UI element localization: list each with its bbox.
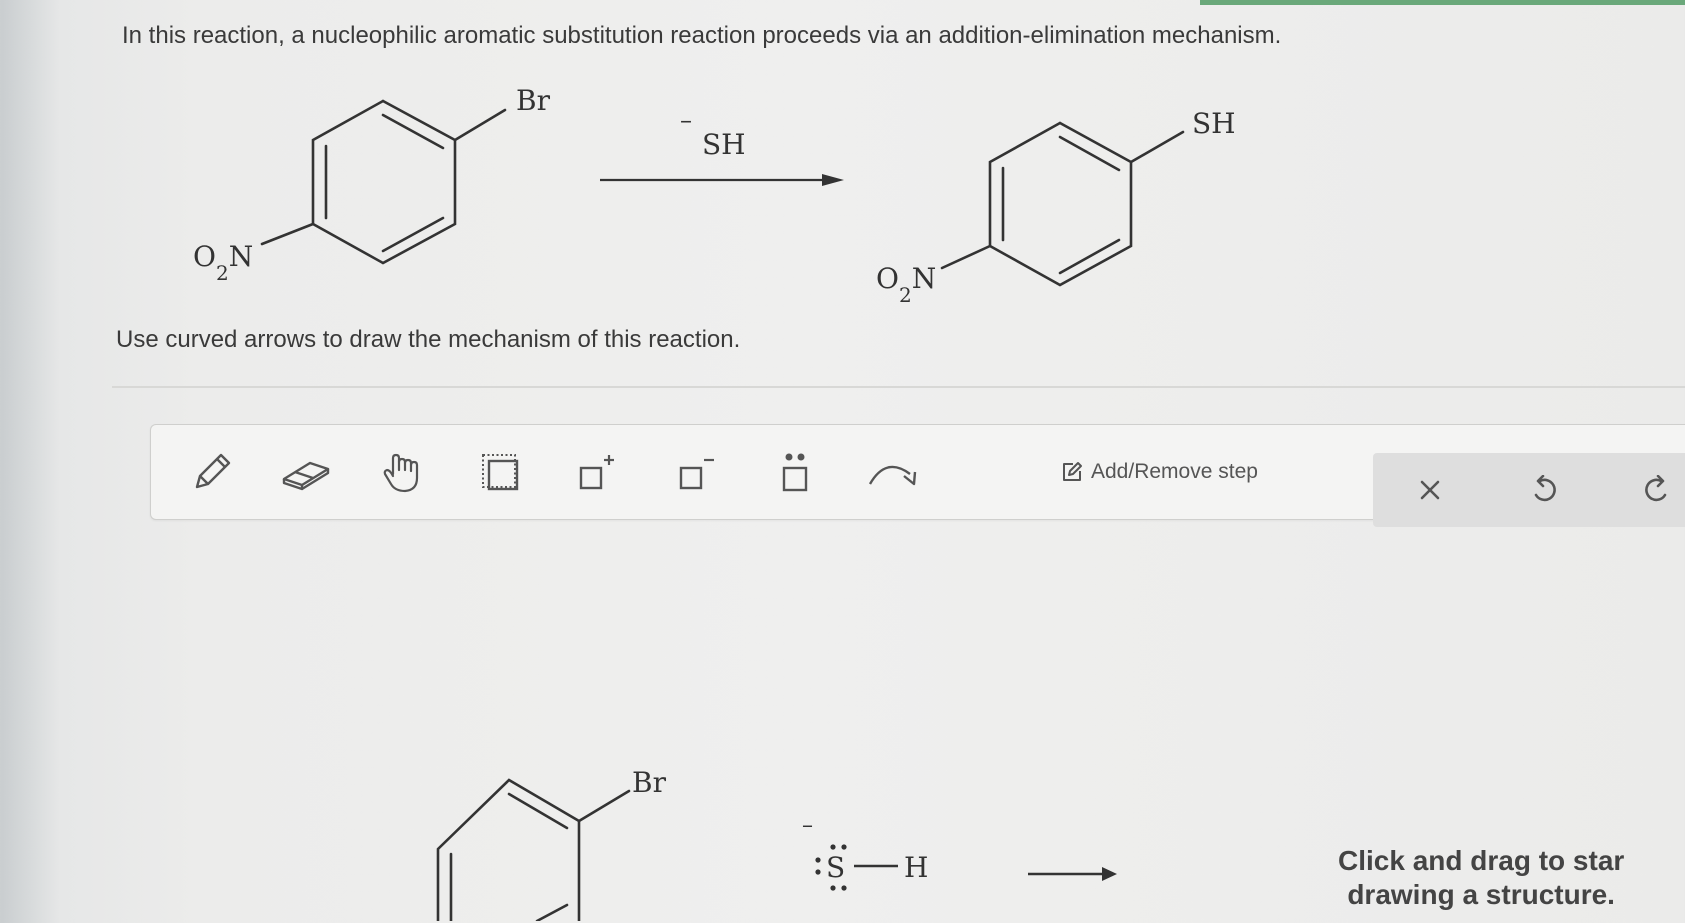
canvas-nucleophile-charge: – [802,813,813,838]
redo-icon [1645,475,1667,502]
canvas-sulfur-atom: S [826,851,845,884]
drawing-toolbar: Add/Remove step [150,424,1685,527]
canvas-hydrogen-atom: H [904,851,928,884]
instruction-text: Use curved arrows to draw the mechanism … [116,326,741,353]
reactant-nitro-label: O2N [193,240,253,285]
action-buttons-group [1373,453,1685,527]
reagent-sh-label: SH [702,128,746,161]
eraser-icon [282,461,330,491]
pencil-icon [195,453,231,489]
canvas-hint-line-2: drawing a structure. [1347,879,1615,910]
curved-arrow-tool[interactable] [865,443,925,503]
canvas-hint: Click and drag to star drawing a structu… [1338,844,1624,912]
canvas-benzene-ring [436,778,631,921]
canvas-br-label: Br [632,766,667,799]
reaction-arrowhead [822,174,844,186]
reactant-benzene-ring [260,99,507,265]
product-benzene-ring [940,121,1185,287]
product-sh-label: SH [1192,107,1236,140]
reactant-br-label: Br [516,84,551,117]
hand-icon [383,453,419,493]
selection-icon [482,454,519,491]
reaction-scheme: Br O2N – SH SH O2N [193,84,1236,307]
clear-button[interactable] [1405,467,1455,513]
pencil-tool[interactable] [181,443,241,503]
edit-icon [1063,462,1082,481]
add-positive-charge-icon [579,455,614,490]
clear-icon [1420,480,1440,500]
hand-tool[interactable] [373,443,433,503]
negative-charge-tool[interactable] [669,443,729,503]
canvas-hydrosulfide: – S H [802,813,928,891]
canvas-hint-line-1: Click and drag to star [1338,845,1625,876]
add-remove-step-button[interactable]: Add/Remove step [1061,457,1258,487]
redo-button[interactable] [1632,467,1682,513]
undo-button[interactable] [1519,467,1569,513]
eraser-tool[interactable] [276,443,336,503]
curved-arrow-icon [868,465,917,486]
add-negative-charge-icon [679,458,714,490]
select-tool[interactable] [471,443,531,503]
lone-pair-icon [782,453,808,492]
undo-icon [1534,475,1556,502]
add-remove-step-label: Add/Remove step [1091,460,1258,483]
positive-charge-tool[interactable] [569,443,629,503]
lone-pair-tool[interactable] [765,443,825,503]
canvas-arrowhead [1102,867,1117,881]
product-nitro-label: O2N [876,262,936,307]
reagent-charge: – [680,106,692,134]
